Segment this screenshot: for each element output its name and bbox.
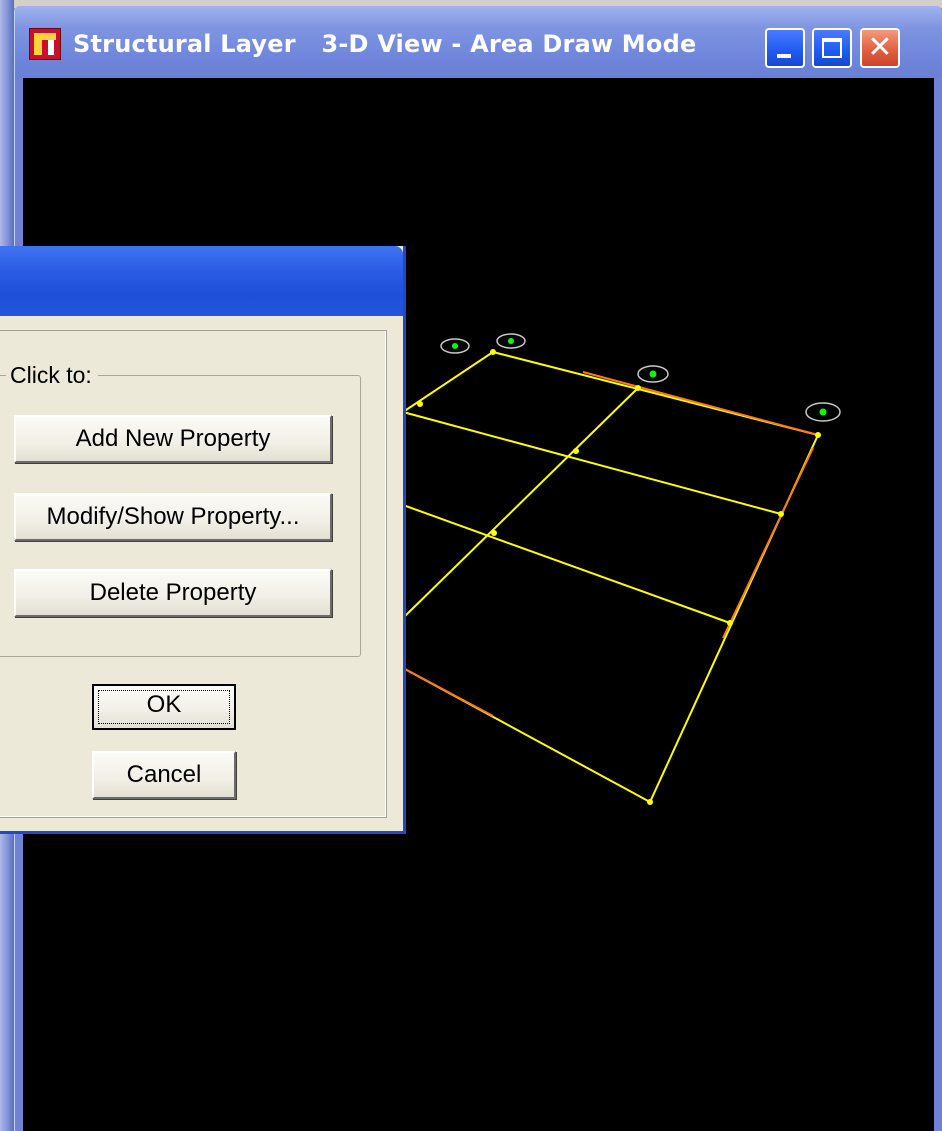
- close-icon: ✕: [867, 30, 893, 65]
- joint-point: [491, 530, 497, 536]
- ok-button[interactable]: OK: [92, 684, 236, 730]
- delete-property-button[interactable]: Delete Property: [14, 569, 332, 617]
- support-point: [452, 343, 458, 349]
- joint-point: [815, 432, 821, 438]
- support-point: [508, 338, 514, 344]
- maximize-icon: [822, 38, 842, 58]
- beam-line: [402, 351, 494, 413]
- delete-property-label: Delete Property: [89, 579, 257, 606]
- window-titlebar[interactable]: Structural Layer 3-D View - Area Draw Mo…: [15, 6, 942, 78]
- dialog-body: Click to: Add New Property Modify/Show P…: [0, 316, 403, 831]
- joint-point: [778, 511, 784, 517]
- close-button[interactable]: ✕: [860, 28, 900, 68]
- modify-show-property-button[interactable]: Modify/Show Property...: [14, 493, 332, 541]
- minimize-icon: [777, 54, 791, 58]
- maximize-button[interactable]: [812, 28, 852, 68]
- window-title: Structural Layer 3-D View - Area Draw Mo…: [73, 30, 697, 58]
- joint-point: [635, 385, 641, 391]
- support-point: [819, 408, 827, 416]
- cancel-label: Cancel: [126, 761, 202, 788]
- beam-line: [402, 411, 782, 515]
- area-sections-dialog: Click to: Add New Property Modify/Show P…: [0, 246, 406, 834]
- joint-point: [727, 620, 733, 626]
- edge-highlight: [582, 371, 819, 436]
- joint-point: [573, 448, 579, 454]
- modify-show-property-label: Modify/Show Property...: [46, 503, 300, 530]
- focus-rectangle: [98, 690, 230, 724]
- joint-point: [490, 349, 496, 355]
- joint-point: [417, 401, 423, 407]
- edge-highlight: [722, 447, 814, 639]
- add-new-property-label: Add New Property: [75, 425, 271, 452]
- app-logo-icon[interactable]: [29, 28, 61, 60]
- cancel-button[interactable]: Cancel: [92, 751, 236, 799]
- add-new-property-button[interactable]: Add New Property: [14, 415, 332, 463]
- joint-point: [647, 799, 653, 805]
- edge-highlight: [402, 667, 494, 717]
- dialog-titlebar[interactable]: [0, 246, 403, 316]
- support-point: [649, 370, 657, 378]
- dialog-panel: Click to: Add New Property Modify/Show P…: [0, 330, 387, 818]
- beam-line: [402, 504, 731, 624]
- groupbox-label: Click to:: [6, 362, 98, 389]
- minimize-button[interactable]: [765, 28, 805, 68]
